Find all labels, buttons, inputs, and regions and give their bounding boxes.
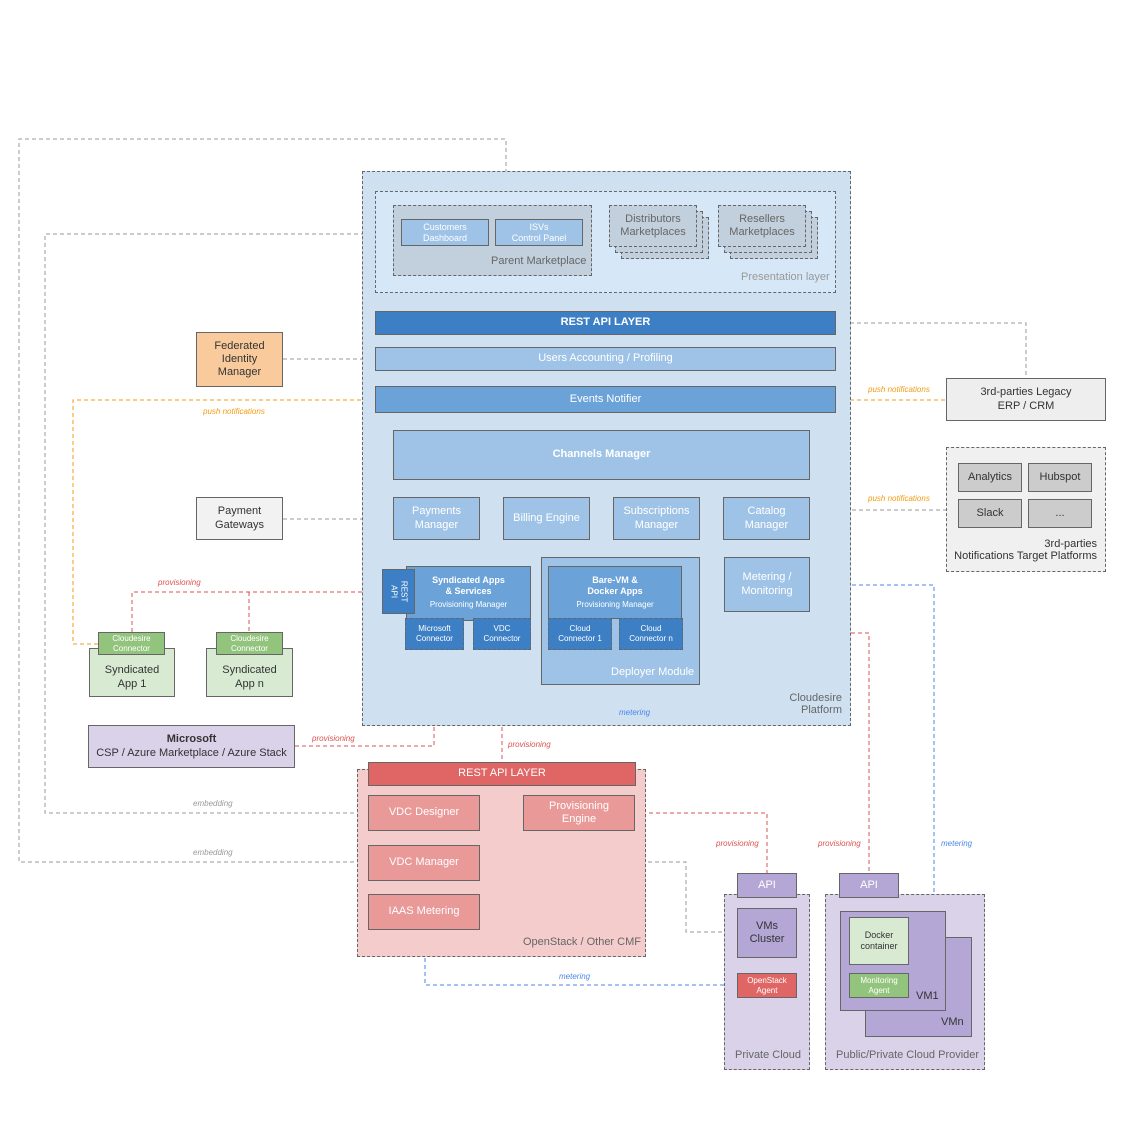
openstack-agent[interactable]: OpenStack Agent — [737, 973, 797, 998]
edge-label-provisioning: provisioning — [312, 734, 355, 743]
vdc-connector[interactable]: VDC Connector — [473, 618, 531, 650]
red-link — [131, 591, 382, 632]
edge-label-push: push notifications — [868, 385, 930, 394]
catalog-manager[interactable]: Catalog Manager — [723, 497, 810, 540]
edge-label-provisioning: provisioning — [716, 839, 759, 848]
edge-label-metering: metering — [619, 708, 651, 717]
billing-engine[interactable]: Billing Engine — [503, 497, 590, 540]
more-platforms[interactable]: ... — [1028, 499, 1092, 528]
gray-link — [836, 322, 1027, 378]
edge-label-embedding: embedding — [193, 848, 233, 857]
vdc-manager[interactable]: VDC Manager — [368, 845, 480, 881]
edge-label-metering: metering — [559, 972, 591, 981]
syndicated-apps-provisioning[interactable]: Syndicated Apps & Services Provisioning … — [406, 566, 531, 621]
syndicated-app-1[interactable]: Syndicated App 1 — [89, 648, 175, 697]
edge-label-metering: metering — [941, 839, 973, 848]
microsoft-connector[interactable]: Microsoft Connector — [405, 618, 464, 650]
notifications-label: 3rd-parties Notifications Target Platfor… — [954, 538, 1097, 562]
monitoring-agent[interactable]: Monitoring Agent — [849, 973, 909, 998]
rest-api-small-label: REST API — [389, 580, 409, 603]
platform-label: Cloudesire Platform — [789, 692, 842, 716]
baremetal-title: Bare-VM & Docker Apps — [587, 575, 643, 596]
federated-identity-manager[interactable]: Federated Identity Manager — [196, 332, 283, 387]
users-accounting[interactable]: Users Accounting / Profiling — [375, 347, 836, 371]
public-cloud-label: Public/Private Cloud Provider — [836, 1049, 980, 1061]
syndicated-title: Syndicated Apps & Services — [432, 575, 505, 596]
resellers-marketplaces[interactable]: Resellers Marketplaces — [718, 205, 806, 247]
edge-label-provisioning: provisioning — [158, 578, 201, 587]
edge-label-push: push notifications — [868, 494, 930, 503]
metering-monitoring[interactable]: Metering / Monitoring — [724, 557, 810, 612]
openstack-rest-api[interactable]: REST API LAYER — [368, 762, 636, 786]
edge-label-provisioning: provisioning — [508, 740, 551, 749]
syndicated-app-n[interactable]: Syndicated App n — [206, 648, 293, 697]
hubspot[interactable]: Hubspot — [1028, 463, 1092, 492]
vdc-designer[interactable]: VDC Designer — [368, 795, 480, 831]
baremetal-provisioning[interactable]: Bare-VM & Docker Apps Provisioning Manag… — [548, 566, 682, 619]
slack[interactable]: Slack — [958, 499, 1022, 528]
private-cloud-label: Private Cloud — [735, 1049, 802, 1061]
distributors-marketplaces[interactable]: Distributors Marketplaces — [609, 205, 697, 247]
parent-marketplace-label: Parent Marketplace — [491, 255, 587, 267]
isvs-control-panel[interactable]: ISVs Control Panel — [495, 219, 583, 246]
channels-manager[interactable]: Channels Manager — [393, 430, 810, 480]
cloud-connector-n[interactable]: Cloud Connector n — [619, 618, 683, 650]
vm-1-label: VM1 — [916, 990, 939, 1002]
syndicated-sub: Provisioning Manager — [429, 599, 508, 609]
private-cloud-api[interactable]: API — [737, 873, 797, 898]
deployer-module-label: Deployer Module — [611, 666, 695, 678]
cloudesire-connector-1[interactable]: Cloudesire Connector — [98, 632, 165, 655]
rest-api-layer[interactable]: REST API LAYER — [375, 311, 836, 335]
presentation-label: Presentation layer — [741, 271, 830, 283]
edge-label-provisioning: provisioning — [818, 839, 861, 848]
openstack-label: OpenStack / Other CMF — [523, 936, 641, 948]
vms-cluster[interactable]: VMs Cluster — [737, 908, 797, 958]
baremetal-sub: Provisioning Manager — [576, 599, 654, 609]
customers-dashboard[interactable]: Customers Dashboard — [401, 219, 489, 246]
iaas-metering[interactable]: IAAS Metering — [368, 894, 480, 930]
provisioning-engine[interactable]: Provisioning Engine — [523, 795, 635, 831]
cloud-connector-1[interactable]: Cloud Connector 1 — [548, 618, 612, 650]
analytics[interactable]: Analytics — [958, 463, 1022, 492]
edge-label-push: push notifications — [203, 407, 265, 416]
payments-manager[interactable]: Payments Manager — [393, 497, 480, 540]
architecture-diagram: Cloudesire Platform Presentation layer P… — [0, 0, 1133, 1133]
vm-n-label: VMn — [941, 1016, 964, 1028]
docker-container[interactable]: Docker container — [849, 917, 909, 965]
events-notifier[interactable]: Events Notifier — [375, 386, 836, 413]
rest-api-small[interactable]: REST API — [382, 569, 415, 614]
microsoft-sub: CSP / Azure Marketplace / Azure Stack — [96, 746, 287, 759]
subscriptions-manager[interactable]: Subscriptions Manager — [613, 497, 700, 540]
public-cloud-api[interactable]: API — [839, 873, 899, 898]
edge-label-embedding: embedding — [193, 799, 233, 808]
cloudesire-connector-n[interactable]: Cloudesire Connector — [216, 632, 283, 655]
microsoft-title: Microsoft — [166, 733, 217, 746]
microsoft-csp[interactable]: Microsoft CSP / Azure Marketplace / Azur… — [88, 725, 295, 768]
payment-gateways[interactable]: Payment Gateways — [196, 497, 283, 540]
legacy-erp-crm[interactable]: 3rd-parties Legacy ERP / CRM — [946, 378, 1106, 421]
